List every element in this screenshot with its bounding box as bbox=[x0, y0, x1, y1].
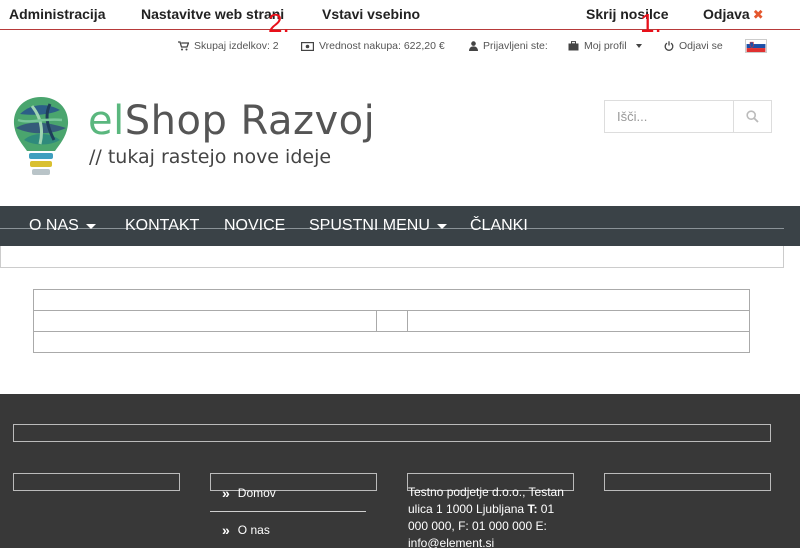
logout-link[interactable]: Odjavi se bbox=[664, 40, 723, 52]
footer-placeholder-box bbox=[13, 424, 771, 442]
nav-item-kontakt[interactable]: KONTAKT bbox=[125, 217, 199, 235]
cart-count-label: Skupaj izdelkov: 2 bbox=[194, 40, 279, 52]
main-nav: O NAS KONTAKT NOVICE SPUSTNI MENU ČLANKI bbox=[0, 206, 800, 246]
cart-value-label: Vrednost nakupa: 622,20 € bbox=[319, 40, 445, 52]
admin-logout-label: Odjava bbox=[703, 6, 750, 22]
search-button[interactable] bbox=[733, 100, 772, 133]
nav-item-novice[interactable]: NOVICE bbox=[224, 217, 285, 235]
caret-down-icon bbox=[436, 223, 447, 229]
cart-icon bbox=[178, 41, 189, 51]
search-input[interactable] bbox=[604, 100, 734, 133]
nav-item-label: ČLANKI bbox=[470, 217, 528, 234]
footer-link-label: O nas bbox=[237, 523, 270, 537]
admin-link-vstavi[interactable]: Vstavi vsebino bbox=[322, 6, 420, 22]
profile-label: Moj profil bbox=[584, 40, 627, 52]
brand-tagline: // tukaj rastejo nove ideje bbox=[89, 146, 332, 168]
nav-item-spustni-menu[interactable]: SPUSTNI MENU bbox=[309, 217, 447, 235]
brand-title-name: Shop Razvoj bbox=[124, 98, 376, 144]
caret-down-icon bbox=[85, 223, 96, 229]
power-icon bbox=[664, 41, 674, 51]
nav-item-label: SPUSTNI MENU bbox=[309, 217, 430, 234]
logged-in-label: Prijavljeni ste: bbox=[483, 40, 548, 52]
admin-link-administracija[interactable]: Administracija bbox=[9, 6, 105, 22]
nav-item-label: O NAS bbox=[29, 217, 79, 234]
footer-link-o-nas[interactable]: » O nas bbox=[222, 522, 270, 538]
money-icon bbox=[301, 41, 314, 51]
nav-item-clanki[interactable]: ČLANKI bbox=[470, 217, 528, 235]
briefcase-icon bbox=[568, 41, 579, 51]
annotation-marker-1: 1. bbox=[640, 8, 662, 38]
nav-item-o-nas[interactable]: O NAS bbox=[29, 217, 96, 235]
double-chevron-right-icon: » bbox=[222, 485, 230, 501]
footer-placeholder-box bbox=[13, 473, 180, 491]
content-placeholder-box bbox=[33, 310, 377, 332]
company-fax: F: 01 000 000 bbox=[458, 519, 533, 533]
admin-link-nastavitve[interactable]: Nastavitve web strani bbox=[141, 6, 284, 22]
brand-title[interactable]: elShop Razvoj bbox=[88, 98, 375, 144]
search-icon bbox=[746, 110, 759, 123]
profile-dropdown[interactable]: Moj profil bbox=[568, 40, 642, 52]
footer-link-label: Domov bbox=[237, 486, 276, 500]
brand-title-prefix: el bbox=[88, 98, 125, 144]
company-info: Testno podjetje d.o.o., Testan ulica 1 1… bbox=[408, 484, 574, 552]
annotation-marker-2: 2. bbox=[268, 8, 290, 38]
footer-placeholder-box bbox=[604, 473, 771, 491]
close-icon: ✖ bbox=[752, 7, 764, 22]
content-placeholder-box bbox=[33, 289, 750, 311]
email-label: E: bbox=[535, 519, 547, 533]
double-chevron-right-icon: » bbox=[222, 522, 230, 538]
footer bbox=[0, 394, 800, 548]
lightbulb-logo-icon[interactable] bbox=[10, 94, 72, 178]
tel-label: T: bbox=[527, 502, 538, 516]
footer-link-domov[interactable]: » Domov bbox=[222, 485, 276, 501]
user-icon bbox=[469, 41, 478, 51]
content-placeholder-box bbox=[407, 310, 750, 332]
nav-placeholder-strip bbox=[0, 246, 784, 268]
cart-count[interactable]: Skupaj izdelkov: 2 bbox=[178, 40, 279, 52]
nav-item-label: KONTAKT bbox=[125, 217, 200, 234]
admin-bar: Administracija Nastavitve web strani Vst… bbox=[0, 0, 800, 30]
admin-logout-button[interactable]: Odjava ✖ bbox=[703, 6, 764, 23]
logged-in-info: Prijavljeni ste: bbox=[469, 40, 548, 52]
content-placeholder-box bbox=[33, 331, 750, 353]
chevron-down-icon bbox=[635, 44, 642, 48]
logout-label: Odjavi se bbox=[679, 40, 723, 52]
nav-item-label: NOVICE bbox=[224, 217, 286, 234]
cart-value[interactable]: Vrednost nakupa: 622,20 € bbox=[301, 40, 445, 52]
slovenia-flag-icon[interactable] bbox=[745, 39, 767, 53]
footer-link-divider bbox=[210, 511, 366, 512]
content-placeholder-box bbox=[376, 310, 408, 332]
